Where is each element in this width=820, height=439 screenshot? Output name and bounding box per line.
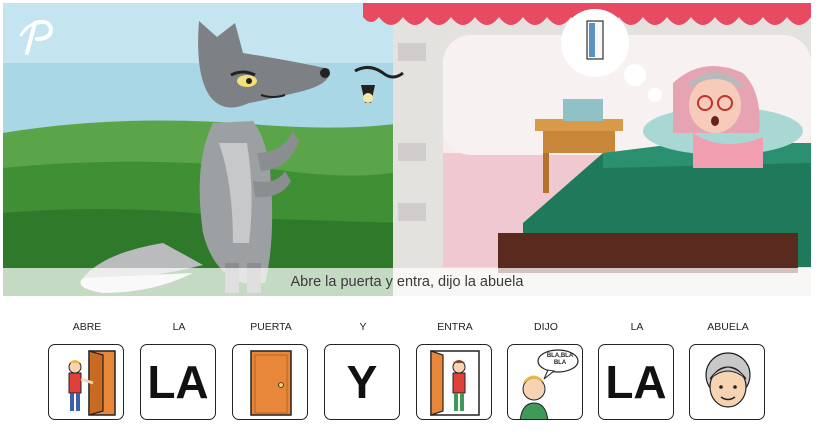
pictogram-label: DIJO — [534, 321, 558, 333]
pictogram-label: LA — [630, 321, 644, 333]
story-illustration — [3, 3, 811, 296]
pictogram-y[interactable]: Y Y — [324, 320, 402, 420]
pictogram-card[interactable]: BLA,BLA BLA — [507, 344, 583, 420]
pictogram-card[interactable]: LA — [598, 344, 674, 420]
pictogram-word: LA — [147, 356, 209, 408]
pictogram-card[interactable] — [48, 344, 124, 420]
pictogram-la-2[interactable]: LA LA — [598, 320, 676, 420]
pictogram-card[interactable]: Y — [324, 344, 400, 420]
door-icon — [250, 350, 292, 416]
speech-bubble-text: BLA,BLA BLA — [546, 353, 574, 366]
pictogram-card[interactable] — [689, 344, 765, 420]
pictogram-puerta[interactable]: PUERTA — [232, 320, 310, 420]
pictogram-abre[interactable]: ABRE — [48, 320, 126, 420]
publisher-logo — [15, 15, 59, 59]
person-entering-door-icon — [430, 350, 480, 416]
pictogram-label: ABRE — [72, 321, 102, 333]
pictogram-abuela[interactable]: ABUELA — [689, 320, 767, 420]
pictogram-label: PUERTA — [250, 321, 292, 333]
pictogram-word: LA — [605, 356, 667, 408]
pictogram-label: ABUELA — [707, 321, 749, 333]
pictogram-row: ABRE LA LA PUERTA Y Y ENTRA DIJO BLA,BLA… — [0, 320, 820, 430]
pictogram-la[interactable]: LA LA — [140, 320, 218, 420]
person-opening-door-icon — [68, 350, 116, 416]
pictogram-card[interactable]: LA — [140, 344, 216, 420]
pictogram-entra[interactable]: ENTRA — [416, 320, 494, 420]
pictogram-card[interactable] — [416, 344, 492, 420]
grandmother-face-icon — [705, 352, 751, 408]
pictogram-card[interactable] — [232, 344, 308, 420]
caption-bar: Abre la puerta y entra, dijo la abuela — [3, 268, 811, 296]
pictogram-label: ENTRA — [437, 321, 473, 333]
pictogram-label: LA — [172, 321, 186, 333]
story-caption: Abre la puerta y entra, dijo la abuela — [290, 274, 524, 290]
pictogram-dijo[interactable]: DIJO BLA,BLA BLA — [507, 320, 585, 420]
pictogram-label: Y — [359, 321, 367, 333]
pictogram-word: Y — [346, 356, 378, 408]
